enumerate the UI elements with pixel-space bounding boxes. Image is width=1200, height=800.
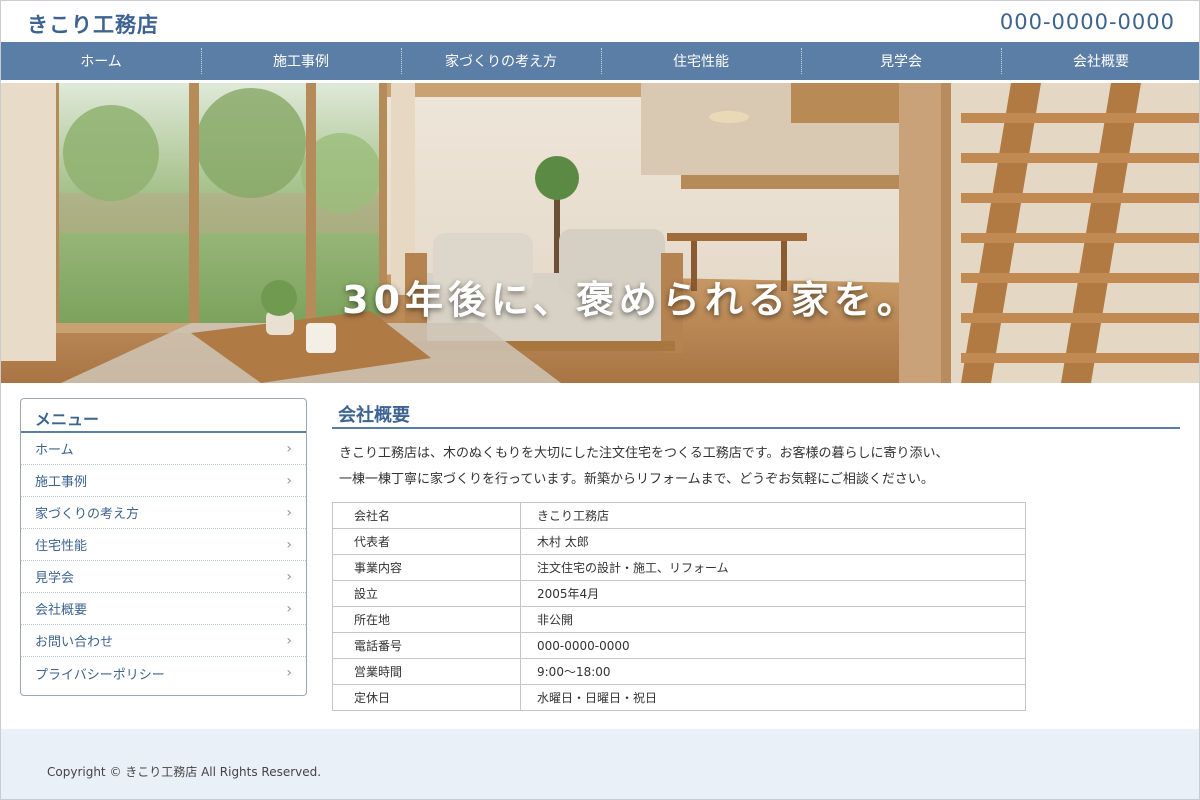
table-value: きこり工務店	[520, 502, 1026, 529]
sidebar-item-company[interactable]: 会社概要 ›	[21, 593, 306, 625]
hero-interior-illustration	[1, 83, 1199, 383]
table-row: 会社名 きこり工務店	[332, 502, 1026, 529]
table-value: 非公開	[520, 606, 1026, 633]
hero-image: 30年後に、褒められる家を。	[1, 83, 1199, 383]
nav-item-home[interactable]: ホーム	[1, 42, 201, 80]
table-value: 水曜日・日曜日・祝日	[520, 684, 1026, 711]
sidebar-item-label: 住宅性能	[35, 539, 88, 554]
sidebar-item-open-house[interactable]: 見学会 ›	[21, 561, 306, 593]
table-value: 9:00〜18:00	[520, 658, 1026, 685]
sidebar-item-performance[interactable]: 住宅性能 ›	[21, 529, 306, 561]
table-row: 定休日 水曜日・日曜日・祝日	[332, 684, 1026, 711]
sidebar-item-label: 会社概要	[35, 603, 88, 618]
sidebar-title: メニュー	[21, 399, 306, 433]
company-info-table: 会社名 きこり工務店 代表者 木村 太郎 事業内容 注文住宅の設計・施工、リフォーム …	[332, 502, 1026, 711]
copyright-text: Copyright © きこり工務店 All Rights Reserved.	[47, 765, 322, 779]
sidebar-item-concept[interactable]: 家づくりの考え方 ›	[21, 497, 306, 529]
chevron-right-icon: ›	[286, 665, 292, 681]
table-value: 000-0000-0000	[520, 632, 1026, 659]
hero-catchcopy: 30年後に、褒められる家を。	[342, 278, 920, 322]
sidebar-item-label: お問い合わせ	[35, 635, 114, 650]
chevron-right-icon: ›	[286, 472, 292, 489]
nav-item-company[interactable]: 会社概要	[1001, 42, 1199, 80]
sidebar-menu: メニュー ホーム › 施工事例 › 家づくりの考え方 › 住宅性能 › 見学会 …	[20, 398, 307, 696]
table-key: 設立	[332, 580, 521, 607]
nav-item-performance[interactable]: 住宅性能	[601, 42, 801, 80]
sidebar-item-label: 家づくりの考え方	[35, 507, 140, 522]
chevron-right-icon: ›	[286, 536, 292, 553]
table-value: 注文住宅の設計・施工、リフォーム	[520, 554, 1026, 581]
table-row: 電話番号 000-0000-0000	[332, 632, 1026, 659]
table-key: 定休日	[332, 684, 521, 711]
site-logo[interactable]: きこり工務店	[27, 9, 159, 39]
table-value: 2005年4月	[520, 580, 1026, 607]
sidebar-item-label: 見学会	[35, 571, 75, 586]
chevron-right-icon: ›	[286, 440, 292, 457]
site-header: きこり工務店 000-0000-0000	[1, 1, 1199, 42]
table-row: 所在地 非公開	[332, 606, 1026, 633]
nav-item-concept[interactable]: 家づくりの考え方	[401, 42, 601, 80]
table-key: 代表者	[332, 528, 521, 555]
page-frame: きこり工務店 000-0000-0000 ホーム 施工事例 家づくりの考え方 住…	[0, 0, 1200, 800]
sidebar-item-privacy[interactable]: プライバシーポリシー ›	[21, 657, 306, 689]
nav-item-open-house[interactable]: 見学会	[801, 42, 1001, 80]
table-row: 営業時間 9:00〜18:00	[332, 658, 1026, 685]
table-row: 代表者 木村 太郎	[332, 528, 1026, 555]
chevron-right-icon: ›	[286, 632, 292, 649]
table-key: 所在地	[332, 606, 521, 633]
table-row: 事業内容 注文住宅の設計・施工、リフォーム	[332, 554, 1026, 581]
site-footer: Copyright © きこり工務店 All Rights Reserved.	[1, 729, 1199, 799]
global-nav: ホーム 施工事例 家づくりの考え方 住宅性能 見学会 会社概要	[1, 42, 1199, 80]
table-key: 営業時間	[332, 658, 521, 685]
nav-item-works[interactable]: 施工事例	[201, 42, 401, 80]
sidebar-item-home[interactable]: ホーム ›	[21, 433, 306, 465]
sidebar-item-contact[interactable]: お問い合わせ ›	[21, 625, 306, 657]
table-key: 事業内容	[332, 554, 521, 581]
sidebar-item-label: プライバシーポリシー	[35, 667, 165, 683]
header-phone-number[interactable]: 000-0000-0000	[1000, 10, 1175, 34]
table-row: 設立 2005年4月	[332, 580, 1026, 607]
table-value: 木村 太郎	[520, 528, 1026, 555]
sidebar-item-label: 施工事例	[35, 475, 88, 490]
table-key: 会社名	[332, 502, 521, 529]
company-intro: きこり工務店は、木のぬくもりを大切にした注文住宅をつくる工務店です。お客様の暮ら…	[339, 441, 1179, 493]
sidebar-item-works[interactable]: 施工事例 ›	[21, 465, 306, 497]
page-title: 会社概要	[332, 401, 1180, 429]
table-key: 電話番号	[332, 632, 521, 659]
sidebar-item-label: ホーム	[35, 443, 74, 458]
intro-line: きこり工務店は、木のぬくもりを大切にした注文住宅をつくる工務店です。お客様の暮ら…	[339, 446, 949, 461]
chevron-right-icon: ›	[286, 600, 292, 617]
intro-line: 一棟一棟丁寧に家づくりを行っています。新築からリフォームまで、どうぞお気軽にご相…	[339, 472, 934, 487]
chevron-right-icon: ›	[286, 504, 292, 521]
chevron-right-icon: ›	[286, 568, 292, 585]
